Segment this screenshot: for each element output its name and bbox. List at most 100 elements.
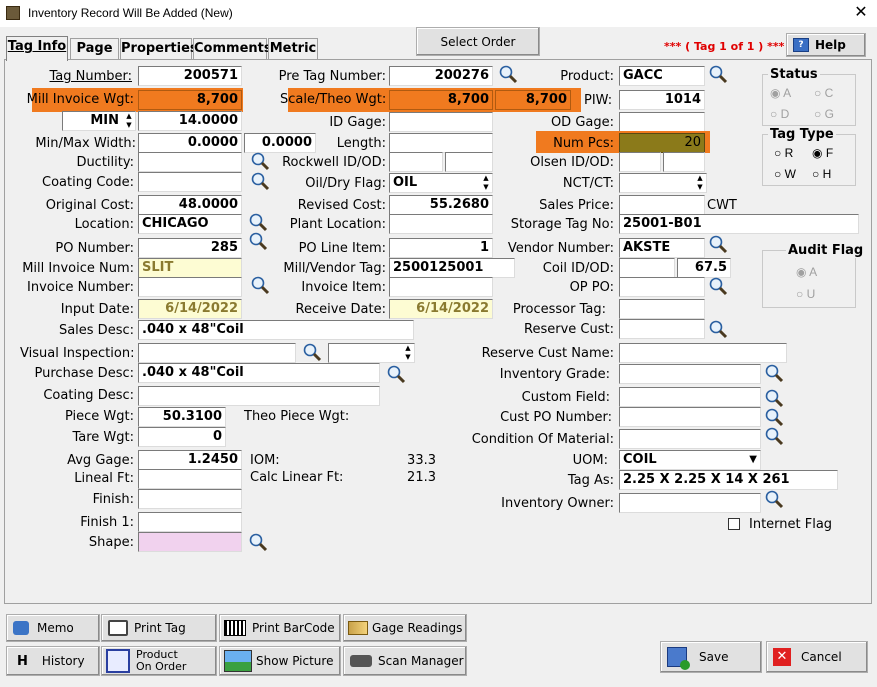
cust-po-search-icon[interactable]	[764, 407, 784, 427]
memo-button[interactable]: Memo	[6, 614, 100, 642]
nct-ct-select[interactable]: ▲ ▼	[619, 173, 707, 193]
length-field[interactable]	[389, 133, 493, 153]
vendor-number-field[interactable]: AKSTE	[619, 238, 705, 258]
tag-type-radio-f[interactable]: ◉ F	[812, 146, 833, 160]
location-search-icon[interactable]	[248, 212, 268, 232]
visual-inspection-select[interactable]: ▲ ▼	[328, 343, 415, 363]
uom-select[interactable]: COIL ▼	[619, 450, 761, 470]
tag-type-radio-r[interactable]: ○ R	[774, 146, 793, 160]
purchase-desc-search-icon[interactable]	[386, 364, 406, 384]
oil-dry-flag-select[interactable]: OIL ▲ ▼	[389, 173, 493, 193]
custom-field-field[interactable]	[619, 387, 761, 407]
help-button[interactable]: ? Help	[786, 33, 866, 57]
reserve-cust-field[interactable]	[619, 319, 705, 339]
po-number-search-icon[interactable]	[248, 231, 268, 251]
custom-field-search-icon[interactable]	[764, 388, 784, 408]
revised-cost-field[interactable]: 55.2680	[389, 195, 493, 215]
tag-type-radio-h[interactable]: ○ H	[812, 167, 831, 181]
save-button[interactable]: Save	[660, 641, 762, 673]
tag-as-field[interactable]: 2.25 X 2.25 X 14 X 261	[619, 470, 838, 490]
invoice-number-search-icon[interactable]	[250, 275, 270, 295]
scale-wgt-field[interactable]: 8,700	[389, 90, 493, 110]
purchase-desc-field[interactable]: .040 x 48"Coil	[138, 363, 380, 383]
coating-code-field[interactable]	[138, 172, 242, 192]
history-button[interactable]: H History	[6, 646, 100, 676]
plant-location-field[interactable]	[389, 214, 493, 234]
finish-field[interactable]	[138, 489, 242, 509]
internet-flag-checkbox[interactable]	[728, 518, 740, 530]
op-po-search-icon[interactable]	[708, 276, 728, 296]
coating-code-search-icon[interactable]	[250, 171, 270, 191]
condition-search-icon[interactable]	[764, 426, 784, 446]
theo-wgt-field[interactable]: 8,700	[495, 90, 571, 110]
coil-od-field[interactable]: 67.5	[677, 258, 731, 278]
reserve-cust-name-field[interactable]	[619, 343, 787, 363]
status-radio-d[interactable]: ○ D	[770, 107, 789, 121]
audit-flag-radio-u[interactable]: ○ U	[796, 287, 815, 301]
shape-field[interactable]	[138, 532, 242, 552]
inventory-grade-search-icon[interactable]	[764, 363, 784, 383]
inventory-owner-search-icon[interactable]	[764, 489, 784, 509]
inventory-owner-field[interactable]	[619, 493, 761, 513]
ductility-search-icon[interactable]	[250, 151, 270, 171]
visual-inspection-search-icon[interactable]	[302, 342, 322, 362]
receive-date-field[interactable]: 6/14/2022	[389, 299, 493, 319]
tab-metric[interactable]: Metric	[268, 38, 318, 60]
piece-wgt-field[interactable]: 50.3100	[138, 407, 226, 427]
po-line-item-field[interactable]: 1	[389, 238, 493, 258]
lineal-ft-field[interactable]	[138, 469, 242, 489]
processor-tag-field[interactable]	[619, 299, 705, 319]
condition-of-material-field[interactable]	[619, 429, 761, 449]
pre-tag-number-field[interactable]: 200276	[389, 66, 493, 86]
select-order-button[interactable]: Select Order	[416, 27, 540, 56]
status-radio-g[interactable]: ○ G	[814, 107, 834, 121]
cust-po-number-field[interactable]	[619, 407, 761, 427]
original-cost-field[interactable]: 48.0000	[138, 195, 242, 215]
rockwell-od-field[interactable]	[445, 152, 493, 172]
reserve-cust-search-icon[interactable]	[708, 319, 728, 339]
olsen-id-field[interactable]	[619, 152, 661, 172]
min-max-select[interactable]: MIN ▲ ▼	[62, 111, 136, 131]
olsen-od-field[interactable]	[663, 152, 705, 172]
invoice-number-field[interactable]	[138, 277, 242, 297]
input-date-field[interactable]: 6/14/2022	[138, 299, 242, 319]
piw-field[interactable]: 1014	[619, 90, 705, 110]
mill-invoice-num-field[interactable]: SLIT	[138, 258, 242, 278]
tare-wgt-field[interactable]: 0	[138, 427, 226, 447]
product-search-icon[interactable]	[708, 64, 728, 84]
po-number-field[interactable]: 285	[138, 238, 242, 258]
coating-desc-field[interactable]	[138, 386, 380, 406]
inventory-grade-field[interactable]	[619, 364, 761, 384]
id-gage-field[interactable]	[389, 112, 493, 132]
finish-1-field[interactable]	[138, 512, 242, 532]
num-pcs-field[interactable]: 20	[619, 133, 705, 153]
invoice-item-field[interactable]	[389, 277, 493, 297]
mill-invoice-wgt-field[interactable]: 8,700	[138, 90, 242, 110]
tab-comments[interactable]: Comments	[193, 38, 272, 60]
op-po-field[interactable]	[619, 277, 705, 297]
avg-gage-field[interactable]: 1.2450	[138, 450, 242, 470]
rockwell-id-field[interactable]	[389, 152, 443, 172]
gage-readings-button[interactable]: Gage Readings	[343, 614, 467, 642]
tab-tag-info[interactable]: Tag Info	[6, 36, 68, 61]
od-gage-field[interactable]	[619, 112, 705, 132]
tab-page-2[interactable]: Page 2	[70, 38, 119, 76]
status-radio-a[interactable]: ◉ A	[770, 86, 791, 100]
location-field[interactable]: CHICAGO	[138, 214, 242, 234]
min-width-field[interactable]: 0.0000	[138, 133, 242, 153]
cancel-button[interactable]: ✕ Cancel	[766, 641, 868, 673]
product-field[interactable]: GACC	[619, 66, 705, 86]
show-picture-button[interactable]: Show Picture	[219, 646, 341, 676]
coil-id-field[interactable]	[619, 258, 675, 278]
sales-desc-field[interactable]: .040 x 48"Coil	[138, 320, 414, 340]
print-tag-button[interactable]: Print Tag	[101, 614, 217, 642]
status-radio-c[interactable]: ○ C	[814, 86, 833, 100]
tag-type-radio-w[interactable]: ○ W	[774, 167, 796, 181]
mill-vendor-tag-field[interactable]: 2500125001	[389, 258, 515, 278]
ductility-field[interactable]	[138, 152, 242, 172]
tag-number-field[interactable]: 200571	[138, 66, 242, 86]
print-barcode-button[interactable]: Print BarCode	[219, 614, 341, 642]
storage-tag-no-field[interactable]: 25001-B01	[619, 214, 859, 234]
sales-price-field[interactable]	[619, 195, 705, 215]
tab-properties[interactable]: Properties	[120, 38, 198, 60]
